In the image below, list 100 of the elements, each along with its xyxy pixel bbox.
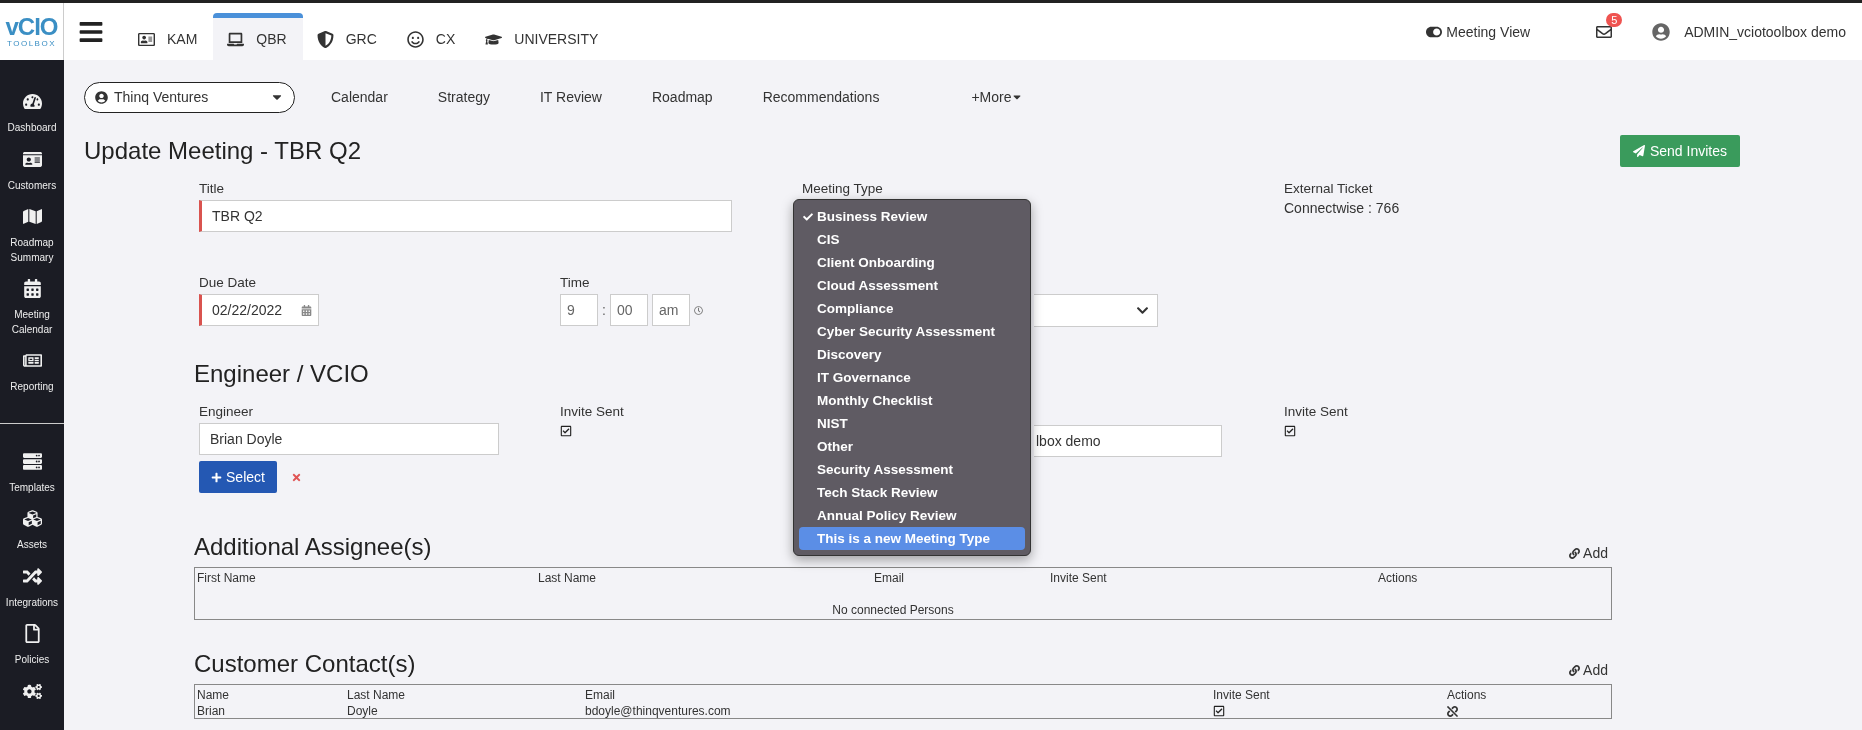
more-link[interactable]: +More [971, 89, 1024, 105]
nav-tab[interactable]: QBR [213, 13, 303, 60]
column-header: Actions [1446, 687, 1488, 702]
sidebar-item[interactable]: Meeting Calendar [0, 279, 64, 337]
hour-input[interactable]: 9 [560, 294, 598, 326]
vcio-input[interactable]: lbox demo [1034, 425, 1222, 457]
menu-option[interactable]: Tech Stack Review [799, 481, 1025, 504]
sidebar-item[interactable]: Dashboard [0, 92, 64, 136]
calendar-icon[interactable] [301, 304, 312, 316]
menu-option[interactable]: Security Assessment [799, 458, 1025, 481]
ticket-value: Connectwise : 766 [1284, 200, 1401, 216]
shuffle-icon [22, 566, 42, 586]
empty-message: No connected Persons [831, 602, 955, 619]
meeting-view-toggle[interactable]: Meeting View [1420, 22, 1537, 41]
nav-tab[interactable]: GRC [302, 13, 393, 60]
field-label: Meeting Type [802, 181, 884, 196]
nav-tab[interactable]: KAM [124, 13, 214, 60]
check-icon [803, 211, 813, 222]
chevron-icon [1136, 304, 1149, 317]
nav-link[interactable]: IT Review [539, 89, 602, 105]
table-cell-text: bdoyle@thinqventures.com [584, 703, 732, 718]
sidebar-item[interactable]: Customers [0, 149, 64, 193]
minute-input[interactable]: 00 [609, 294, 648, 326]
laptop-icon [227, 30, 245, 48]
engineer-input[interactable]: Brian Doyle [199, 423, 499, 455]
clock-icon [693, 305, 703, 315]
logo[interactable]: vCIO TOOLBOX [0, 3, 64, 60]
avatar-icon[interactable] [1652, 22, 1671, 41]
section-heading: Customer Contact(s) [194, 650, 416, 678]
sidebar-item[interactable]: Roadmap Summary [0, 207, 64, 265]
menu-option[interactable]: Other [799, 435, 1025, 458]
field-label: Title [199, 181, 225, 196]
field-label: Due Date [199, 275, 258, 290]
menu-option[interactable]: Discovery [799, 343, 1025, 366]
sidebar-item[interactable]: Templates [0, 451, 64, 495]
menu-option[interactable]: Compliance [799, 297, 1025, 320]
customer-select[interactable]: Thinq Ventures [84, 81, 295, 113]
field-label: External Ticket [1284, 181, 1374, 196]
checkbox[interactable] [1284, 425, 1296, 437]
map-icon [22, 207, 42, 226]
period-input[interactable]: am [651, 294, 690, 326]
checkbox[interactable] [560, 425, 572, 437]
calendar-icon [22, 279, 42, 298]
menu-option[interactable]: Cloud Assessment [799, 274, 1025, 297]
smile-icon [406, 30, 424, 48]
sidebar-item[interactable]: Reporting [0, 351, 64, 395]
nav-link[interactable]: Recommendations [762, 89, 880, 105]
user-icon [95, 90, 108, 104]
sidebar-item[interactable]: Integrations [0, 566, 64, 610]
nav-tab[interactable]: CX [392, 13, 472, 60]
link-icon [1569, 547, 1581, 559]
nav-tab[interactable]: UNIVERSITY [471, 13, 615, 60]
select-field[interactable] [1034, 294, 1158, 327]
column-header: Last Name [537, 570, 598, 585]
column-header: First Name [196, 570, 257, 585]
nav-link[interactable]: Roadmap [651, 89, 713, 105]
column-header: Invite Sent [1212, 687, 1271, 702]
cubes-icon [22, 509, 42, 528]
field-label: Invite Sent [1284, 404, 1349, 419]
column-header: Invite Sent [1049, 570, 1108, 585]
table-cell-text: Brian [196, 703, 226, 718]
section-heading: Engineer / VCIO [194, 360, 369, 388]
sidebar-item[interactable]: Assets [0, 509, 64, 553]
id-card-icon [22, 149, 42, 169]
add-link[interactable]: Add [1569, 545, 1608, 561]
mail-icon[interactable] [1596, 23, 1613, 40]
column-header: Last Name [346, 687, 407, 702]
dashboard-icon [22, 92, 42, 111]
plus-icon [211, 471, 223, 483]
section-heading: Additional Assignee(s) [194, 533, 432, 561]
title-input[interactable]: TBR Q2 [199, 200, 732, 232]
menu-option[interactable]: IT Governance [799, 366, 1025, 389]
sidebar-item[interactable]: Policies [0, 624, 64, 668]
newspaper-icon [22, 351, 42, 370]
menu-option[interactable]: NIST [799, 412, 1025, 435]
file-icon [22, 624, 42, 643]
field-label: Engineer [199, 404, 255, 419]
date-input[interactable]: 02/22/2022 [199, 294, 319, 326]
user-name[interactable]: ADMIN_vciotoolbox demo [1684, 23, 1846, 40]
menu-option[interactable]: Monthly Checklist [799, 389, 1025, 412]
gears-icon[interactable] [22, 681, 42, 701]
menu-option[interactable]: Cyber Security Assessment [799, 320, 1025, 343]
column-header: Email [584, 687, 616, 702]
field-label: Time [560, 275, 591, 290]
nav-link[interactable]: Strategy [437, 89, 490, 105]
unlink-icon[interactable] [1447, 705, 1458, 717]
page-title: Update Meeting - TBR Q2 [84, 137, 362, 165]
menu-option[interactable]: Client Onboarding [799, 251, 1025, 274]
id-card-icon [138, 30, 155, 48]
menu-option[interactable]: Business Review [799, 205, 1025, 228]
add-link[interactable]: Add [1569, 662, 1608, 678]
remove-icon[interactable] [291, 471, 302, 483]
menu-option[interactable]: Annual Policy Review [799, 504, 1025, 527]
column-header: Actions [1377, 570, 1419, 585]
checkbox[interactable] [1213, 705, 1225, 717]
nav-link[interactable]: Calendar [331, 89, 388, 105]
select-button[interactable]: Select [199, 461, 277, 493]
menu-option[interactable]: CIS [799, 228, 1025, 251]
table-cell-text: Doyle [346, 703, 379, 718]
column-header: Email [873, 570, 905, 585]
